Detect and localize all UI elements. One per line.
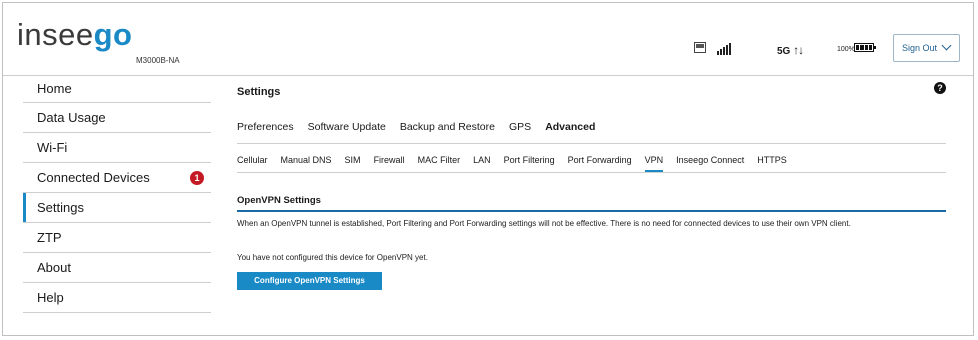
subtab-manual-dns[interactable]: Manual DNS [281,155,332,172]
sidebar-item-data-usage[interactable]: Data Usage [23,103,211,133]
sidebar-item-home[interactable]: Home [23,76,211,103]
data-arrows-icon: ↑↓ [793,43,804,57]
battery-icon [854,43,876,52]
subtab-vpn[interactable]: VPN [644,155,664,172]
sidebar-item-settings[interactable]: Settings [23,193,211,223]
subtab-port-forwarding[interactable]: Port Forwarding [568,155,632,172]
network-status: 5G ↑↓ [777,43,804,57]
tab-backup-and-restore[interactable]: Backup and Restore [400,121,495,143]
sidebar-item-connected-devices[interactable]: Connected Devices 1 [23,163,211,193]
sidebar-nav: Home Data Usage Wi-Fi Connected Devices … [23,76,211,313]
page-title: Settings [237,86,281,98]
subtab-inseego-connect[interactable]: Inseego Connect [676,155,744,172]
help-icon[interactable]: ? [934,82,946,94]
device-model: M3000B-NA [136,56,180,65]
signal-icon [717,41,733,55]
sidebar-item-wifi[interactable]: Wi-Fi [23,133,211,163]
notification-badge: 1 [190,171,204,185]
subtab-port-filtering[interactable]: Port Filtering [504,155,555,172]
subtab-https[interactable]: HTTPS [757,155,787,172]
tab-software-update[interactable]: Software Update [308,121,386,143]
sign-out-button[interactable]: Sign Out [893,34,960,62]
section-title: OpenVPN Settings [237,195,321,206]
subtab-sim[interactable]: SIM [345,155,361,172]
chevron-down-icon [941,40,952,51]
info-text: When an OpenVPN tunnel is established, P… [237,219,851,228]
sidebar-item-ztp[interactable]: ZTP [23,223,211,253]
section-divider [237,210,946,212]
tab-advanced[interactable]: Advanced [545,121,595,143]
status-text: You have not configured this device for … [237,253,428,262]
subtab-mac-filter[interactable]: MAC Filter [418,155,461,172]
sidebar-item-about[interactable]: About [23,253,211,283]
subtab-lan[interactable]: LAN [473,155,491,172]
tab-preferences[interactable]: Preferences [237,121,294,143]
sidebar-item-help[interactable]: Help [23,283,211,313]
inseego-logo: inseego [17,17,133,52]
subtab-firewall[interactable]: Firewall [374,155,405,172]
configure-openvpn-button[interactable]: Configure OpenVPN Settings [237,272,382,290]
app-frame: inseego M3000B-NA 5G ↑↓ 100% Sign Out Ho… [2,2,974,336]
settings-tabs: Preferences Software Update Backup and R… [237,121,946,144]
battery-percent: 100% [837,46,855,53]
tab-gps[interactable]: GPS [509,121,531,143]
advanced-subtabs: Cellular Manual DNS SIM Firewall MAC Fil… [237,155,946,173]
document-icon [694,42,706,53]
subtab-cellular[interactable]: Cellular [237,155,268,172]
